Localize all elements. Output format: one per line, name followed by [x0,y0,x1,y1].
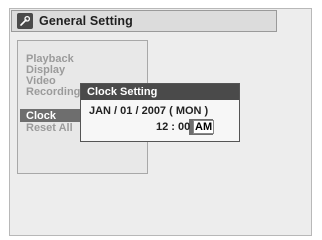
clock-setting-dialog: Clock Setting JAN / 01 / 2007 ( MON ) 12… [80,83,240,142]
menu-item-reset-all[interactable]: Reset All [26,122,73,134]
menu-item-clock[interactable]: Clock [26,110,56,122]
dialog-title: Clock Setting [81,84,239,100]
time-field[interactable]: 12 : 00 [156,120,190,134]
page-title: General Setting [39,14,133,28]
menu-item-recording[interactable]: Recording [26,86,80,98]
ampm-field[interactable]: AM [191,120,215,134]
date-field[interactable]: JAN / 01 / 2007 ( MON ) [89,104,208,118]
title-bar: General Setting [11,10,277,32]
wrench-icon [17,13,33,29]
ampm-value[interactable]: AM [193,120,215,134]
